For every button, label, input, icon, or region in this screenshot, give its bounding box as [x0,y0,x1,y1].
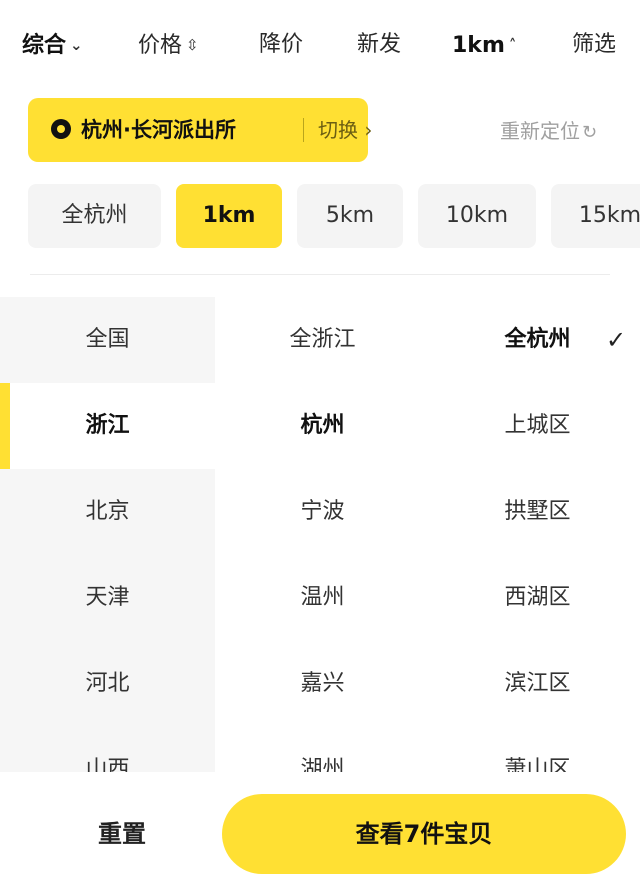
sort-price-drop[interactable]: 降价 [259,30,303,60]
sort-label: 降价 [259,32,304,57]
province-item[interactable]: 全国 [0,297,215,383]
sort-label: 1km [452,33,505,58]
district-item[interactable]: 滨江区 [430,641,640,727]
location-pin-icon [51,119,71,139]
province-item[interactable]: 天津 [0,555,215,641]
city-item[interactable]: 嘉兴 [215,641,430,727]
chevron-up-icon: ˄ [508,36,517,54]
district-item[interactable]: 萧山区 [430,727,640,772]
chip-5km[interactable]: 5km [297,184,403,248]
sort-comprehensive[interactable]: 综合 ⌄ [22,30,83,61]
chip-10km[interactable]: 10km [418,184,536,248]
district-item[interactable]: 上城区 [430,383,640,469]
distance-chips: 全杭州 1km 5km 10km 15km [0,184,640,250]
check-icon: ✓ [606,326,627,354]
province-item[interactable]: 河北 [0,641,215,727]
chip-1km[interactable]: 1km [176,184,282,248]
city-item[interactable]: 全浙江 [215,297,430,383]
district-item[interactable]: 西湖区 [430,555,640,641]
relocate-label: 重新定位 [500,119,580,143]
refresh-icon: ↻ [582,122,598,143]
chip-all-hangzhou[interactable]: 全杭州 [28,184,161,248]
sort-toggle-icon: ⇳ [186,36,199,54]
current-location-name: 杭州·长河派出所 [81,118,236,142]
chevron-down-icon: ⌄ [70,36,83,54]
sort-label: 筛选 [572,32,617,57]
city-item-selected[interactable]: 杭州 [215,383,430,469]
sort-label: 综合 [22,33,67,58]
province-item-selected[interactable]: 浙江 [0,383,215,469]
chip-15km[interactable]: 15km [551,184,640,248]
current-location-pill[interactable]: 杭州·长河派出所 切换 › [28,98,372,162]
location-divider [303,118,304,142]
relocate-button[interactable]: 重新定位 ↻ [500,116,597,148]
reset-button[interactable]: 重置 [62,794,182,874]
bottom-action-bar: 重置 查看7件宝贝 [0,772,640,886]
sort-filter-bar: 综合 ⌄ 价格 ⇳ 降价 新发 1km ˄ 筛选 [0,0,640,88]
city-item[interactable]: 宁波 [215,469,430,555]
sort-label: 价格 [138,33,183,58]
district-item[interactable]: 拱墅区 [430,469,640,555]
sort-distance[interactable]: 1km ˄ [452,30,516,61]
sort-newest[interactable]: 新发 [357,30,401,60]
city-item[interactable]: 温州 [215,555,430,641]
sort-label: 新发 [357,32,402,57]
switch-location-button[interactable]: 切换 › [318,115,372,145]
sort-price[interactable]: 价格 ⇳ [138,30,199,61]
section-divider [30,274,610,275]
region-selector: 全国 浙江 北京 天津 河北 山西 全浙江 杭州 宁波 温州 嘉兴 湖州 全杭州… [0,297,640,772]
city-item[interactable]: 湖州 [215,727,430,772]
province-item[interactable]: 山西 [0,727,215,772]
province-item[interactable]: 北京 [0,469,215,555]
view-items-button[interactable]: 查看7件宝贝 [222,794,626,874]
filter-button[interactable]: 筛选 [572,30,616,60]
